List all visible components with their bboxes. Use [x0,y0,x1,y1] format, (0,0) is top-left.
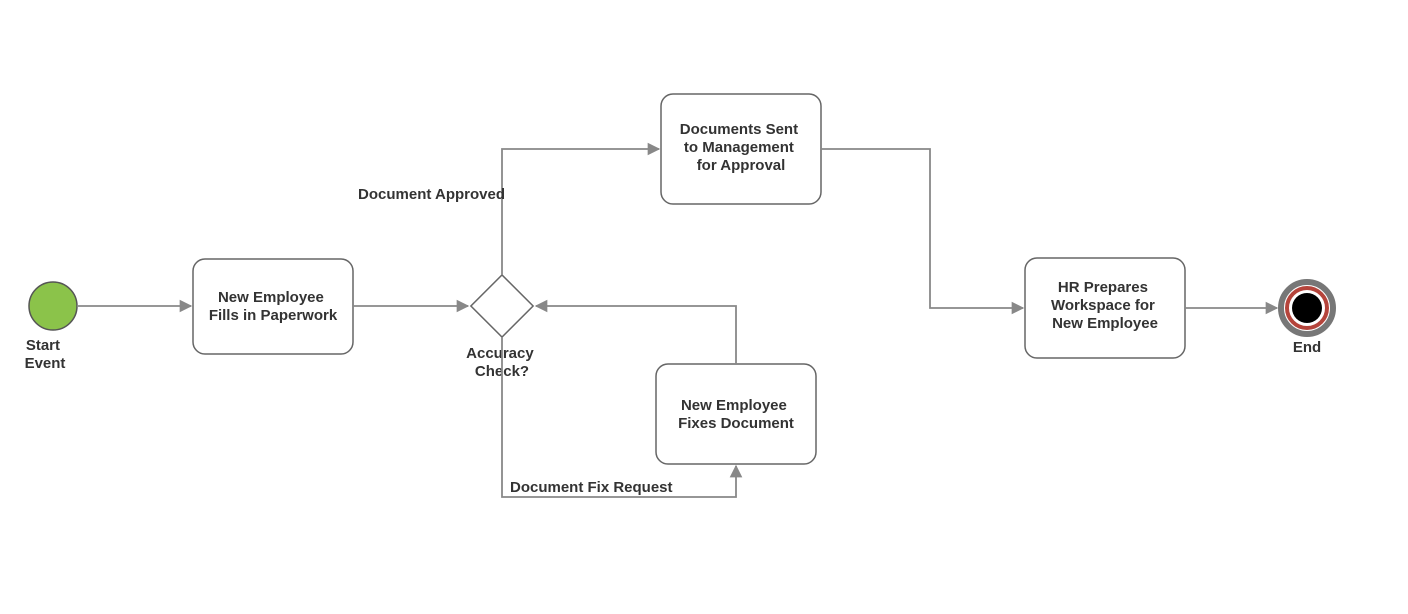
task-sent-management-l1: Documents Sent [680,121,798,138]
edge-approved-label: Document Approved [358,186,505,203]
end-event: End [1281,282,1333,356]
start-event-label: Start Event [10,336,96,376]
gateway-label-l1: Accuracy [466,345,534,362]
task-fills-paperwork: New Employee Fills in Paperwork [193,259,353,354]
edge-management-to-hr [821,149,1023,308]
task-sent-management-l2: to Management [684,139,794,156]
task-hr-prepares: HR Prepares Workspace for New Employee [1025,258,1185,358]
bpmn-diagram: Start Event Start Event New Employee Fil… [0,0,1408,614]
task-fills-paperwork-l2: Fills in Paperwork [209,307,338,324]
task-fixes-document-l2: Fixes Document [678,415,794,432]
svg-text:Start Event: Start Event [25,337,66,372]
task-fills-paperwork-l1: New Employee [218,289,324,306]
start-event-label-line2: Event [25,355,66,372]
svg-text:New Employee Fixes Docum: New Employee Fixes Document [678,397,794,432]
task-sent-management: Documents Sent to Management for Approva… [661,94,821,204]
task-sent-management-l3: for Approval [697,157,786,174]
task-hr-prepares-l1: HR Prepares [1058,279,1148,296]
edge-fixes-to-gateway [536,306,736,364]
task-hr-prepares-l2: Workspace for [1051,297,1155,314]
task-fixes-document-l1: New Employee [681,397,787,414]
task-fixes-document: New Employee Fixes Document [656,364,816,464]
edge-gateway-to-management [502,149,659,275]
svg-text:Documents Sent to Manage: Documents Sent to Management for Approva… [680,121,803,174]
end-event-label: End [1293,339,1321,356]
svg-text:HR Prepares Workspace fo: HR Prepares Workspace for New Employee [1051,279,1159,332]
svg-text:New Employee Fills in Pa: New Employee Fills in Paperwork [209,289,338,324]
edge-fix-request-label: Document Fix Request [510,479,673,496]
task-hr-prepares-l3: New Employee [1052,315,1158,332]
start-event-label-line1: Start [26,337,60,354]
